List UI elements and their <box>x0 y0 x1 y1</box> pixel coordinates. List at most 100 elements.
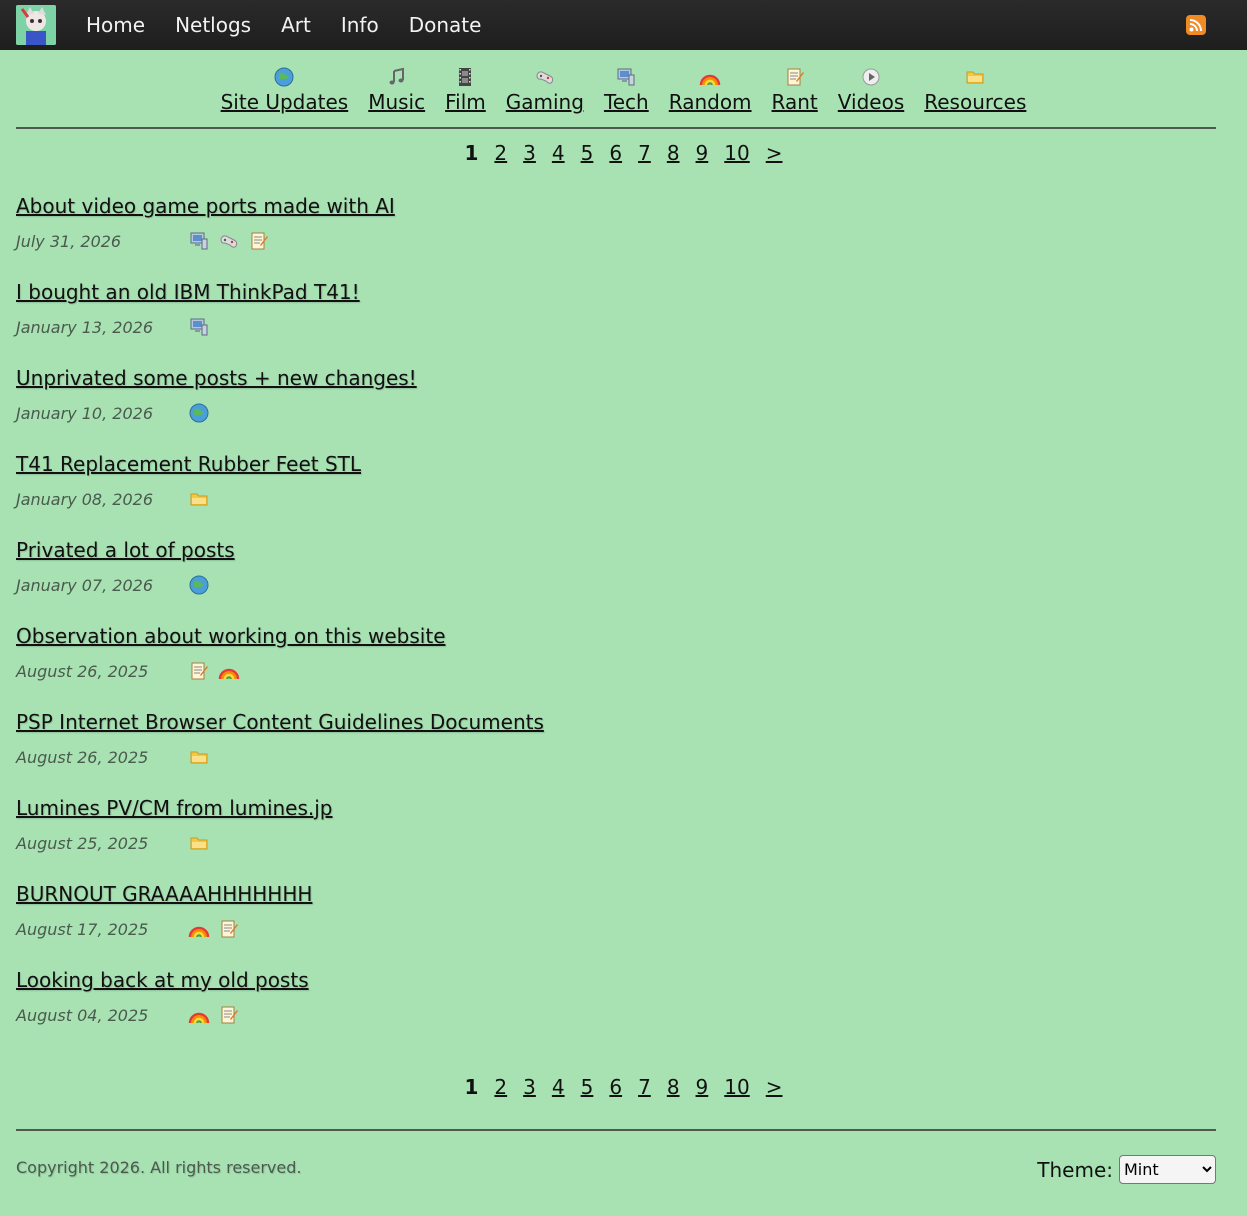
page-link-9[interactable]: 9 <box>696 141 709 165</box>
post-tags <box>188 832 218 854</box>
category-resources[interactable]: Resources <box>924 66 1026 114</box>
post-title-link[interactable]: I bought an old IBM ThinkPad T41! <box>16 280 360 304</box>
nav-art[interactable]: Art <box>281 13 311 37</box>
rss-icon[interactable] <box>1186 15 1206 35</box>
category-label: Random <box>668 90 752 114</box>
copyright-text: Copyright 2026. All rights reserved. <box>16 1158 302 1177</box>
page-link-9[interactable]: 9 <box>696 1075 709 1099</box>
post-date: August 25, 2025 <box>16 834 149 853</box>
post-item: Privated a lot of posts January 07, 2026 <box>16 538 1216 624</box>
post-title-link[interactable]: Unprivated some posts + new changes! <box>16 366 417 390</box>
post-title-link[interactable]: Observation about working on this websit… <box>16 624 446 648</box>
notepad-icon[interactable] <box>248 230 270 252</box>
page-link-2[interactable]: 2 <box>494 141 507 165</box>
page-link-4[interactable]: 4 <box>552 1075 565 1099</box>
theme-label: Theme: <box>1037 1157 1113 1182</box>
main-nav: Home Netlogs Art Info Donate <box>86 0 511 50</box>
post-title-link[interactable]: Privated a lot of posts <box>16 538 235 562</box>
globe-icon[interactable] <box>188 574 210 596</box>
category-label: Film <box>445 90 486 114</box>
page-link-3[interactable]: 3 <box>523 1075 536 1099</box>
post-item: PSP Internet Browser Content Guidelines … <box>16 710 1216 796</box>
post-title-link[interactable]: About video game ports made with AI <box>16 194 395 218</box>
page-link-1[interactable]: 1 <box>464 1075 478 1099</box>
notepad-icon[interactable] <box>218 918 240 940</box>
page-link-10[interactable]: 10 <box>724 141 749 165</box>
rainbow-icon[interactable] <box>188 918 210 940</box>
page-link-3[interactable]: 3 <box>523 141 536 165</box>
post-title-link[interactable]: BURNOUT GRAAAAHHHHHHH <box>16 882 312 906</box>
post-title-link[interactable]: Lumines PV/CM from lumines.jp <box>16 796 333 820</box>
site-logo[interactable] <box>16 5 56 45</box>
pagination-bottom: 1 2 3 4 5 6 7 8 9 10 > <box>0 1075 1247 1099</box>
next-page-link[interactable]: > <box>766 141 783 165</box>
post-list: About video game ports made with AI July … <box>16 194 1216 1054</box>
notepad-icon[interactable] <box>218 1004 240 1026</box>
page-link-6[interactable]: 6 <box>609 141 622 165</box>
post-date: July 31, 2026 <box>16 232 122 251</box>
page-link-4[interactable]: 4 <box>552 141 565 165</box>
gamepad-icon[interactable] <box>218 230 240 252</box>
globe-icon <box>273 66 295 88</box>
page-link-1[interactable]: 1 <box>464 141 478 165</box>
nav-info[interactable]: Info <box>341 13 379 37</box>
page-link-8[interactable]: 8 <box>667 141 680 165</box>
rainbow-icon[interactable] <box>188 1004 210 1026</box>
post-date: August 26, 2025 <box>16 662 149 681</box>
post-title-link[interactable]: T41 Replacement Rubber Feet STL <box>16 452 361 476</box>
category-site-updates[interactable]: Site Updates <box>220 66 349 114</box>
page-link-2[interactable]: 2 <box>494 1075 507 1099</box>
post-tags <box>188 230 278 252</box>
post-tags <box>188 1004 248 1026</box>
post-item: BURNOUT GRAAAAHHHHHHH August 17, 2025 <box>16 882 1216 968</box>
folder-icon[interactable] <box>188 832 210 854</box>
page-link-7[interactable]: 7 <box>638 141 651 165</box>
category-videos[interactable]: Videos <box>838 66 904 114</box>
notepad-icon[interactable] <box>188 660 210 682</box>
computer-icon[interactable] <box>188 316 210 338</box>
page-link-10[interactable]: 10 <box>724 1075 749 1099</box>
post-title-link[interactable]: PSP Internet Browser Content Guidelines … <box>16 710 544 734</box>
post-item: Unprivated some posts + new changes! Janu… <box>16 366 1216 452</box>
post-date: August 17, 2025 <box>16 920 149 939</box>
category-label: Site Updates <box>220 90 349 114</box>
category-music[interactable]: Music <box>368 66 425 114</box>
category-label: Resources <box>924 90 1027 114</box>
notepad-icon <box>784 66 806 88</box>
page-link-7[interactable]: 7 <box>638 1075 651 1099</box>
category-rant[interactable]: Rant <box>772 66 818 114</box>
nav-home[interactable]: Home <box>86 13 145 37</box>
folder-icon <box>964 66 986 88</box>
gamepad-icon <box>534 66 556 88</box>
globe-icon[interactable] <box>188 402 210 424</box>
category-gaming[interactable]: Gaming <box>506 66 584 114</box>
computer-icon[interactable] <box>188 230 210 252</box>
next-page-link[interactable]: > <box>766 1075 783 1099</box>
folder-icon[interactable] <box>188 746 210 768</box>
post-tags <box>188 746 218 768</box>
page-link-8[interactable]: 8 <box>667 1075 680 1099</box>
folder-icon[interactable] <box>188 488 210 510</box>
theme-selector: Theme: Mint <box>1037 1155 1216 1184</box>
theme-select[interactable]: Mint <box>1119 1155 1216 1184</box>
page-link-5[interactable]: 5 <box>581 141 594 165</box>
category-label: Gaming <box>505 90 584 114</box>
category-label: Rant <box>771 90 818 114</box>
post-tags <box>188 316 218 338</box>
nav-donate[interactable]: Donate <box>409 13 482 37</box>
post-tags <box>188 660 248 682</box>
category-tech[interactable]: Tech <box>604 66 649 114</box>
post-date: August 26, 2025 <box>16 748 149 767</box>
category-random[interactable]: Random <box>669 66 752 114</box>
page-link-6[interactable]: 6 <box>609 1075 622 1099</box>
post-date: January 13, 2026 <box>16 318 153 337</box>
post-date: January 10, 2026 <box>16 404 153 423</box>
rainbow-icon[interactable] <box>218 660 240 682</box>
post-title-link[interactable]: Looking back at my old posts <box>16 968 309 992</box>
divider <box>16 127 1216 129</box>
page-link-5[interactable]: 5 <box>581 1075 594 1099</box>
post-tags <box>188 918 248 940</box>
nav-netlogs[interactable]: Netlogs <box>175 13 251 37</box>
category-bar: Site Updates Music Film Gaming Tech Random Ran… <box>0 66 1247 114</box>
category-film[interactable]: Film <box>445 66 486 114</box>
